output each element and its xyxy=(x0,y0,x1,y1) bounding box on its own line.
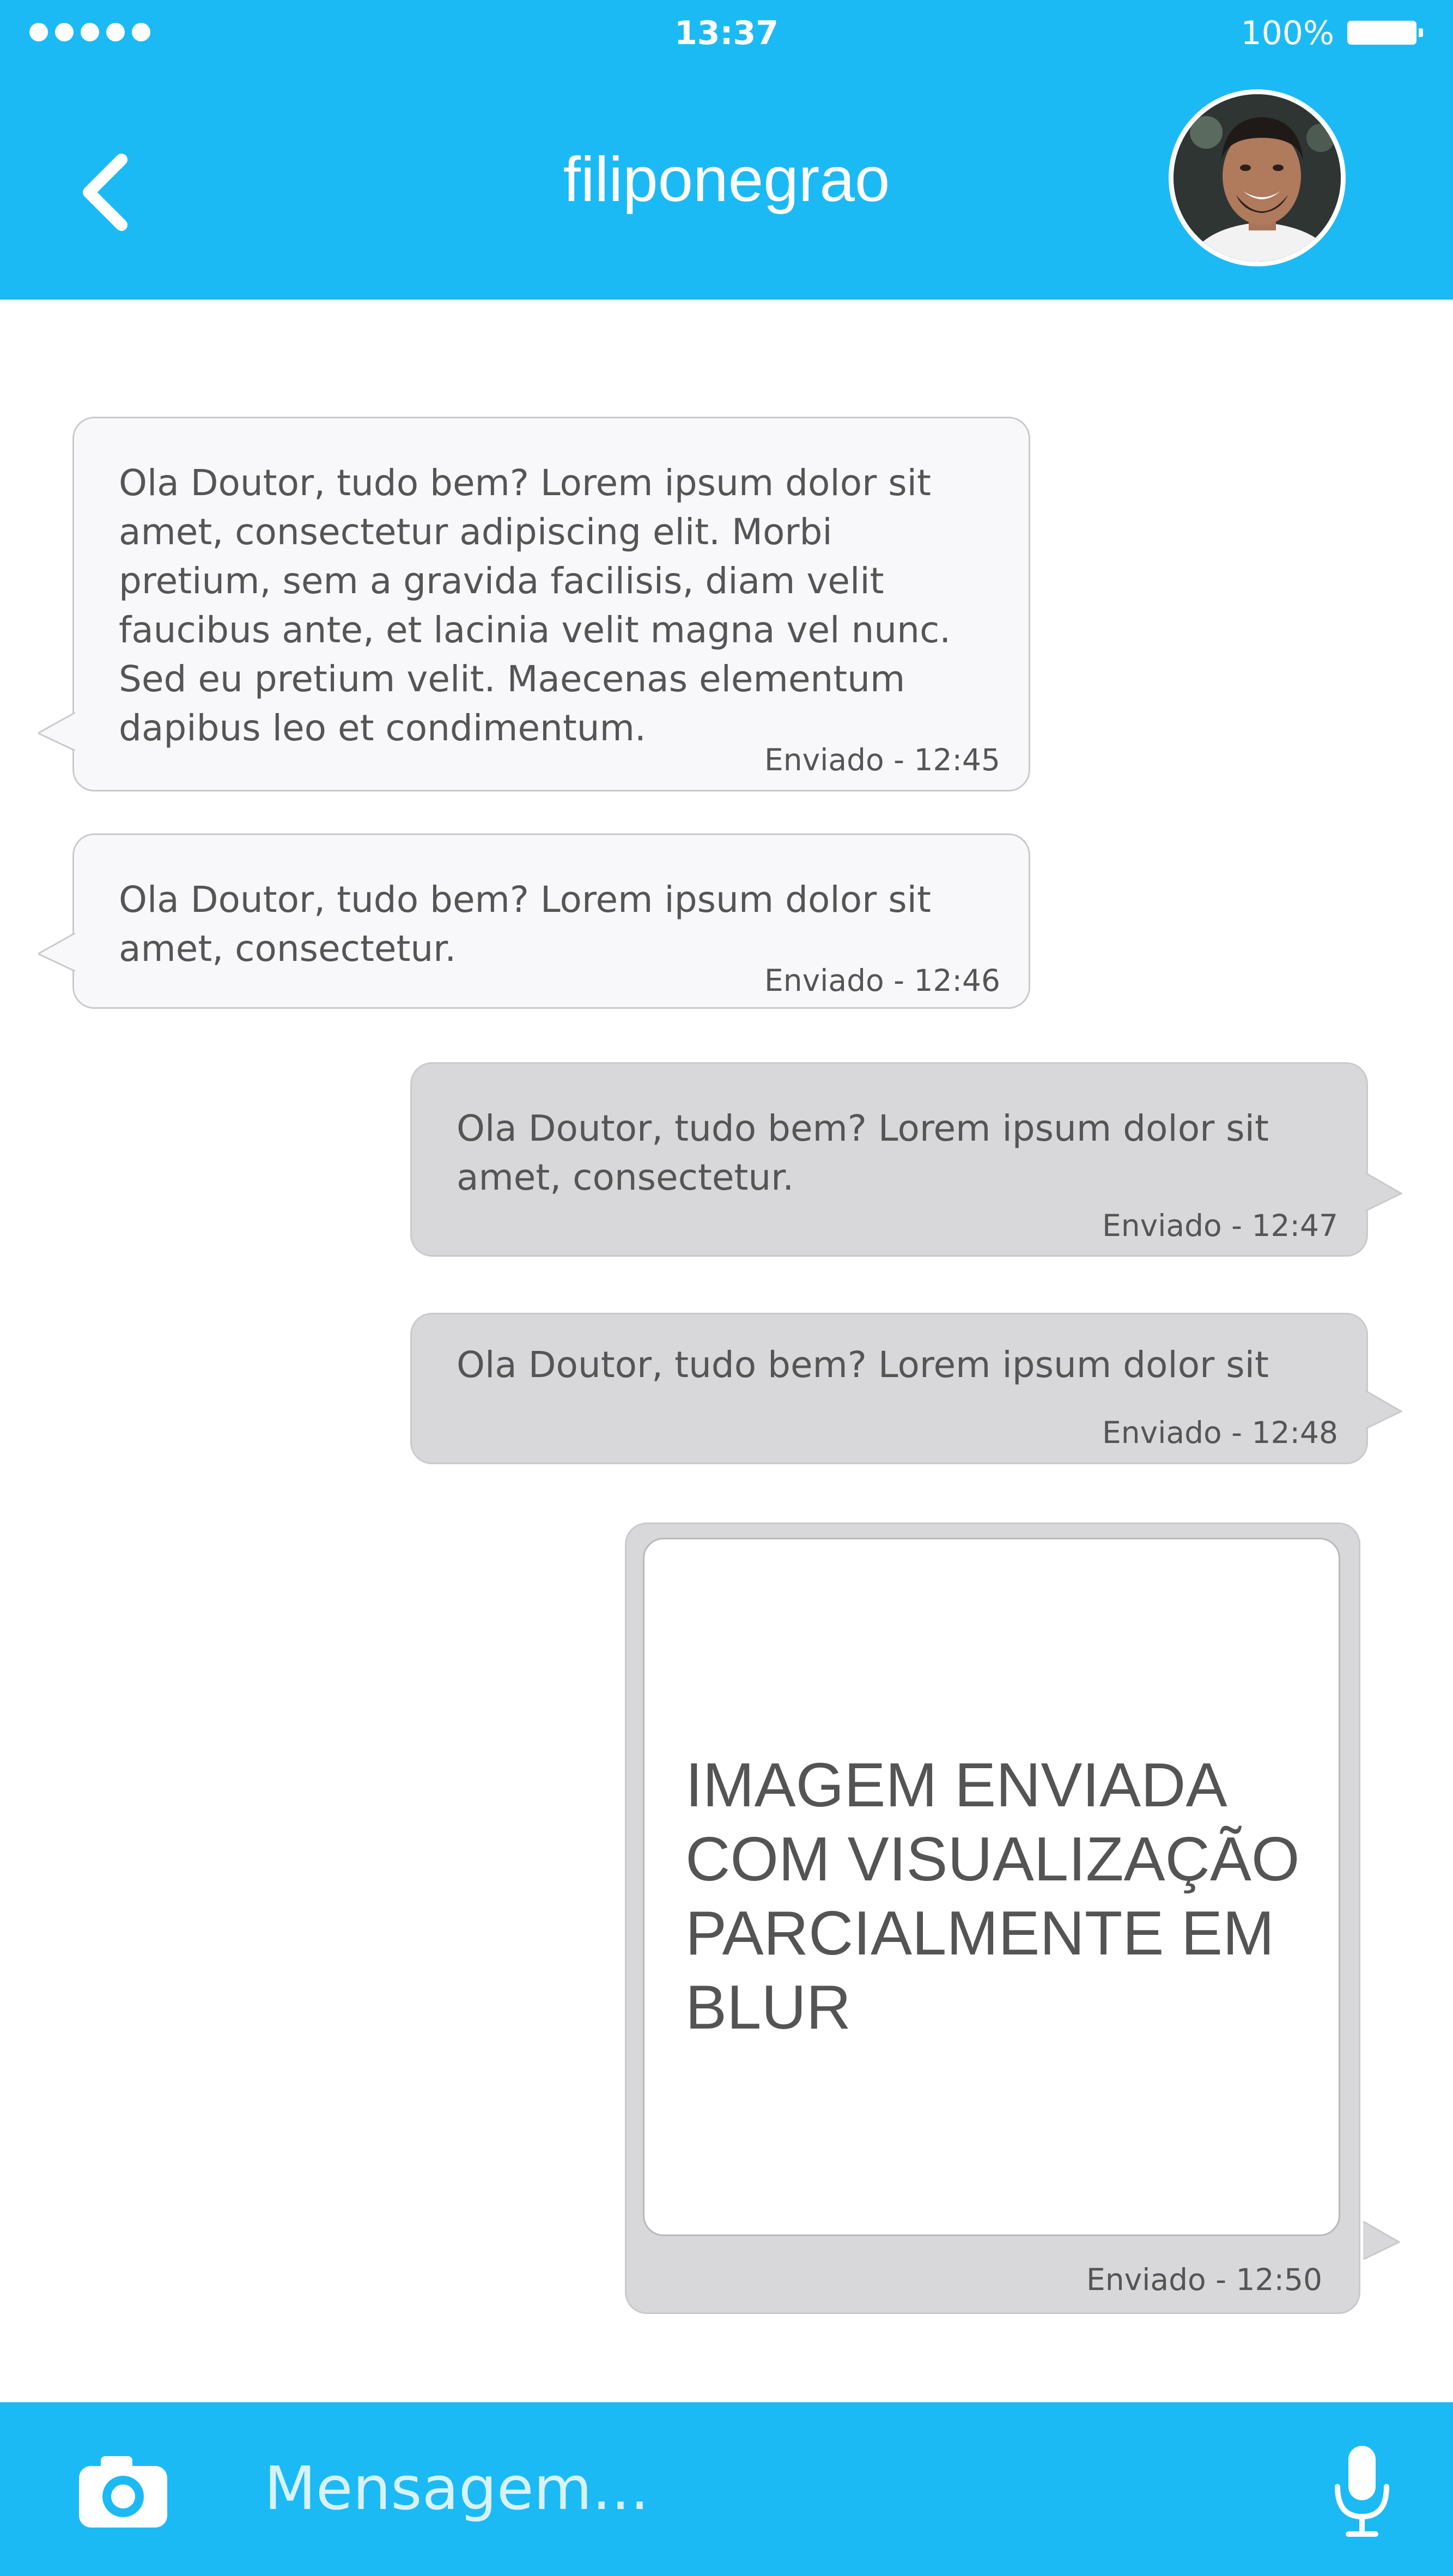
message-input[interactable] xyxy=(264,2450,1245,2526)
bubble-tail xyxy=(38,712,76,751)
camera-icon xyxy=(79,2456,167,2528)
microphone-button[interactable] xyxy=(1332,2446,1392,2538)
status-time: 13:37 xyxy=(674,14,779,52)
bubble-tail xyxy=(38,933,76,971)
message-timestamp: Enviado - 12:45 xyxy=(764,742,1000,777)
message-bubble-outgoing[interactable]: Ola Doutor, tudo bem? Lorem ipsum dolor … xyxy=(410,1313,1402,1464)
message-text: Ola Doutor, tudo bem? Lorem ipsum dolor … xyxy=(119,879,931,970)
camera-button[interactable] xyxy=(79,2454,167,2528)
image-message-bubble[interactable]: IMAGEM ENVIADA COM VISUALIZAÇÃO PARCIALM… xyxy=(625,1523,1400,2314)
bubble-tail xyxy=(1363,2221,1400,2260)
image-caption: IMAGEM ENVIADA COM VISUALIZAÇÃO PARCIALM… xyxy=(685,1751,1300,2042)
message-timestamp: Enviado - 12:46 xyxy=(764,963,1000,998)
message-bubble-incoming[interactable]: Ola Doutor, tudo bem? Lorem ipsum dolor … xyxy=(38,833,1030,1009)
bubble-tail xyxy=(1365,1391,1402,1429)
message-text: Ola Doutor, tudo bem? Lorem ipsum dolor … xyxy=(457,1107,1269,1198)
blurred-image-preview[interactable]: IMAGEM ENVIADA COM VISUALIZAÇÃO PARCIALM… xyxy=(643,1538,1340,2236)
message-timestamp: Enviado - 12:50 xyxy=(1086,2262,1322,2297)
message-timestamp: Enviado - 12:47 xyxy=(1102,1208,1338,1243)
message-bubble-outgoing[interactable]: Ola Doutor, tudo bem? Lorem ipsum dolor … xyxy=(410,1062,1402,1257)
message-timestamp: Enviado - 12:48 xyxy=(1102,1415,1338,1450)
microphone-icon xyxy=(1335,2446,1389,2537)
message-text: Ola Doutor, tudo bem? Lorem ipsum dolor … xyxy=(119,462,951,749)
header: 13:37 100% filiponegrao xyxy=(0,0,1453,300)
avatar[interactable] xyxy=(1169,89,1346,266)
message-composer xyxy=(0,2402,1453,2576)
battery-icon xyxy=(1347,21,1423,45)
bubble-tail xyxy=(1365,1173,1402,1211)
message-bubble-incoming[interactable]: Ola Doutor, tudo bem? Lorem ipsum dolor … xyxy=(38,417,1030,791)
message-text: Ola Doutor, tudo bem? Lorem ipsum dolor … xyxy=(457,1344,1269,1386)
battery-percentage: 100% xyxy=(1241,14,1334,52)
